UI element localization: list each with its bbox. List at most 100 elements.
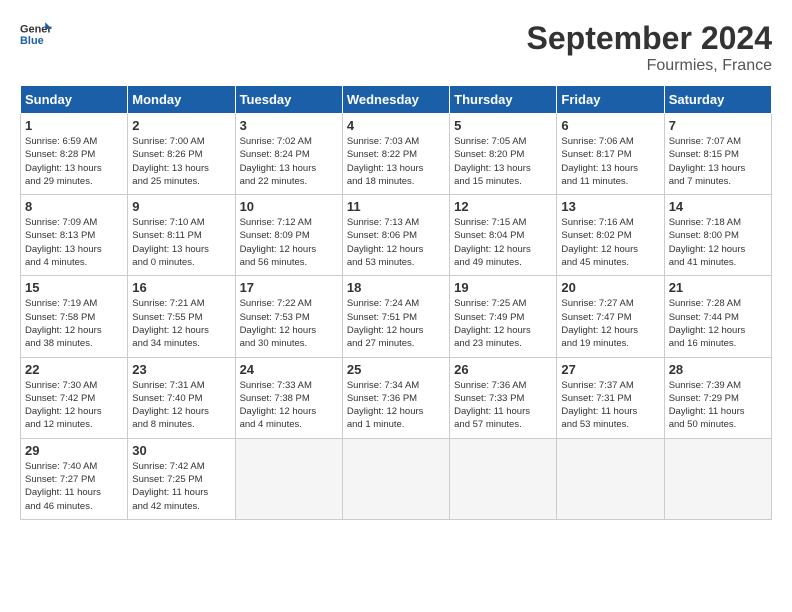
day-number: 22 — [25, 362, 123, 377]
calendar-week-row: 29 Sunrise: 7:40 AMSunset: 7:27 PMDayligh… — [21, 438, 772, 519]
day-info: Sunrise: 7:06 AMSunset: 8:17 PMDaylight:… — [561, 135, 659, 188]
calendar-cell: 25Sunrise: 7:34 AMSunset: 7:36 PMDayligh… — [342, 357, 449, 438]
day-number: 23 — [132, 362, 230, 377]
calendar-cell: 16Sunrise: 7:21 AMSunset: 7:55 PMDayligh… — [128, 276, 235, 357]
day-number: 14 — [669, 199, 767, 214]
calendar-cell: 7Sunrise: 7:07 AMSunset: 8:15 PMDaylight… — [664, 114, 771, 195]
day-info: Sunrise: 7:03 AMSunset: 8:22 PMDaylight:… — [347, 135, 445, 188]
calendar-cell: 5Sunrise: 7:05 AMSunset: 8:20 PMDaylight… — [450, 114, 557, 195]
calendar-cell: 13 Sunrise: 7:16 AMSunset: 8:02 PMDayligh… — [557, 195, 664, 276]
day-number: 19 — [454, 280, 552, 295]
calendar-cell: 20Sunrise: 7:27 AMSunset: 7:47 PMDayligh… — [557, 276, 664, 357]
day-number: 27 — [561, 362, 659, 377]
day-number: 9 — [132, 199, 230, 214]
location-subtitle: Fourmies, France — [527, 57, 772, 75]
calendar-cell: 22 Sunrise: 7:30 AMSunset: 7:42 PMDayligh… — [21, 357, 128, 438]
day-number: 11 — [347, 199, 445, 214]
column-header-monday: Monday — [128, 86, 235, 114]
calendar-week-row: 8 Sunrise: 7:09 AMSunset: 8:13 PMDaylight… — [21, 195, 772, 276]
day-info: Sunrise: 6:59 AMSunset: 8:28 PMDaylight:… — [25, 135, 123, 188]
day-info: Sunrise: 7:33 AMSunset: 7:38 PMDaylight:… — [240, 379, 338, 432]
day-info: Sunrise: 7:15 AMSunset: 8:04 PMDaylight:… — [454, 216, 552, 269]
page-header: General Blue September 2024 Fourmies, Fr… — [20, 20, 772, 75]
day-number: 4 — [347, 118, 445, 133]
calendar-cell — [342, 438, 449, 519]
calendar-cell: 19 Sunrise: 7:25 AMSunset: 7:49 PMDayligh… — [450, 276, 557, 357]
column-header-saturday: Saturday — [664, 86, 771, 114]
column-header-thursday: Thursday — [450, 86, 557, 114]
calendar-cell: 23 Sunrise: 7:31 AMSunset: 7:40 PMDayligh… — [128, 357, 235, 438]
day-info: Sunrise: 7:22 AMSunset: 7:53 PMDaylight:… — [240, 297, 338, 350]
calendar-week-row: 22 Sunrise: 7:30 AMSunset: 7:42 PMDayligh… — [21, 357, 772, 438]
day-info: Sunrise: 7:40 AMSunset: 7:27 PMDaylight:… — [25, 460, 123, 513]
day-info: Sunrise: 7:39 AMSunset: 7:29 PMDaylight:… — [669, 379, 767, 432]
day-info: Sunrise: 7:25 AMSunset: 7:49 PMDaylight:… — [454, 297, 552, 350]
day-number: 8 — [25, 199, 123, 214]
calendar-cell: 14 Sunrise: 7:18 AMSunset: 8:00 PMDayligh… — [664, 195, 771, 276]
column-header-sunday: Sunday — [21, 86, 128, 114]
calendar-cell: 3 Sunrise: 7:02 AMSunset: 8:24 PMDaylight… — [235, 114, 342, 195]
calendar-cell: 11Sunrise: 7:13 AMSunset: 8:06 PMDayligh… — [342, 195, 449, 276]
calendar-cell: 12 Sunrise: 7:15 AMSunset: 8:04 PMDayligh… — [450, 195, 557, 276]
calendar-cell: 4 Sunrise: 7:03 AMSunset: 8:22 PMDaylight… — [342, 114, 449, 195]
day-info: Sunrise: 7:18 AMSunset: 8:00 PMDaylight:… — [669, 216, 767, 269]
column-header-tuesday: Tuesday — [235, 86, 342, 114]
day-info: Sunrise: 7:34 AMSunset: 7:36 PMDaylight:… — [347, 379, 445, 432]
day-info: Sunrise: 7:42 AMSunset: 7:25 PMDaylight:… — [132, 460, 230, 513]
day-info: Sunrise: 7:02 AMSunset: 8:24 PMDaylight:… — [240, 135, 338, 188]
day-number: 20 — [561, 280, 659, 295]
day-number: 13 — [561, 199, 659, 214]
calendar-header-row: SundayMondayTuesdayWednesdayThursdayFrid… — [21, 86, 772, 114]
calendar-body: 1Sunrise: 6:59 AMSunset: 8:28 PMDaylight… — [21, 114, 772, 520]
calendar-cell: 21 Sunrise: 7:28 AMSunset: 7:44 PMDayligh… — [664, 276, 771, 357]
day-info: Sunrise: 7:37 AMSunset: 7:31 PMDaylight:… — [561, 379, 659, 432]
calendar-cell: 2 Sunrise: 7:00 AMSunset: 8:26 PMDaylight… — [128, 114, 235, 195]
day-number: 28 — [669, 362, 767, 377]
calendar-cell: 30 Sunrise: 7:42 AMSunset: 7:25 PMDayligh… — [128, 438, 235, 519]
day-info: Sunrise: 7:07 AMSunset: 8:15 PMDaylight:… — [669, 135, 767, 188]
day-info: Sunrise: 7:00 AMSunset: 8:26 PMDaylight:… — [132, 135, 230, 188]
calendar-cell: 29 Sunrise: 7:40 AMSunset: 7:27 PMDayligh… — [21, 438, 128, 519]
day-info: Sunrise: 7:36 AMSunset: 7:33 PMDaylight:… — [454, 379, 552, 432]
day-number: 29 — [25, 443, 123, 458]
calendar-cell: 28 Sunrise: 7:39 AMSunset: 7:29 PMDayligh… — [664, 357, 771, 438]
calendar-cell: 9Sunrise: 7:10 AMSunset: 8:11 PMDaylight… — [128, 195, 235, 276]
calendar-cell: 6 Sunrise: 7:06 AMSunset: 8:17 PMDaylight… — [557, 114, 664, 195]
column-header-wednesday: Wednesday — [342, 86, 449, 114]
calendar-week-row: 15Sunrise: 7:19 AMSunset: 7:58 PMDayligh… — [21, 276, 772, 357]
calendar-cell: 17Sunrise: 7:22 AMSunset: 7:53 PMDayligh… — [235, 276, 342, 357]
day-number: 6 — [561, 118, 659, 133]
calendar-cell: 24 Sunrise: 7:33 AMSunset: 7:38 PMDayligh… — [235, 357, 342, 438]
calendar-cell: 1Sunrise: 6:59 AMSunset: 8:28 PMDaylight… — [21, 114, 128, 195]
day-number: 3 — [240, 118, 338, 133]
day-number: 30 — [132, 443, 230, 458]
calendar-cell — [235, 438, 342, 519]
day-info: Sunrise: 7:16 AMSunset: 8:02 PMDaylight:… — [561, 216, 659, 269]
title-area: September 2024 Fourmies, France — [527, 20, 772, 75]
day-info: Sunrise: 7:19 AMSunset: 7:58 PMDaylight:… — [25, 297, 123, 350]
day-info: Sunrise: 7:09 AMSunset: 8:13 PMDaylight:… — [25, 216, 123, 269]
calendar-cell: 10Sunrise: 7:12 AMSunset: 8:09 PMDayligh… — [235, 195, 342, 276]
calendar-cell — [664, 438, 771, 519]
column-header-friday: Friday — [557, 86, 664, 114]
calendar-cell: 27 Sunrise: 7:37 AMSunset: 7:31 PMDayligh… — [557, 357, 664, 438]
month-title: September 2024 — [527, 20, 772, 57]
logo-icon: General Blue — [20, 20, 52, 48]
day-number: 12 — [454, 199, 552, 214]
logo: General Blue — [20, 20, 52, 48]
calendar-cell: 18Sunrise: 7:24 AMSunset: 7:51 PMDayligh… — [342, 276, 449, 357]
calendar-table: SundayMondayTuesdayWednesdayThursdayFrid… — [20, 85, 772, 520]
day-info: Sunrise: 7:21 AMSunset: 7:55 PMDaylight:… — [132, 297, 230, 350]
day-info: Sunrise: 7:30 AMSunset: 7:42 PMDaylight:… — [25, 379, 123, 432]
day-info: Sunrise: 7:31 AMSunset: 7:40 PMDaylight:… — [132, 379, 230, 432]
day-info: Sunrise: 7:28 AMSunset: 7:44 PMDaylight:… — [669, 297, 767, 350]
calendar-week-row: 1Sunrise: 6:59 AMSunset: 8:28 PMDaylight… — [21, 114, 772, 195]
day-number: 10 — [240, 199, 338, 214]
day-info: Sunrise: 7:05 AMSunset: 8:20 PMDaylight:… — [454, 135, 552, 188]
day-number: 24 — [240, 362, 338, 377]
calendar-cell: 15Sunrise: 7:19 AMSunset: 7:58 PMDayligh… — [21, 276, 128, 357]
day-number: 2 — [132, 118, 230, 133]
calendar-cell: 8 Sunrise: 7:09 AMSunset: 8:13 PMDaylight… — [21, 195, 128, 276]
day-number: 18 — [347, 280, 445, 295]
day-number: 21 — [669, 280, 767, 295]
